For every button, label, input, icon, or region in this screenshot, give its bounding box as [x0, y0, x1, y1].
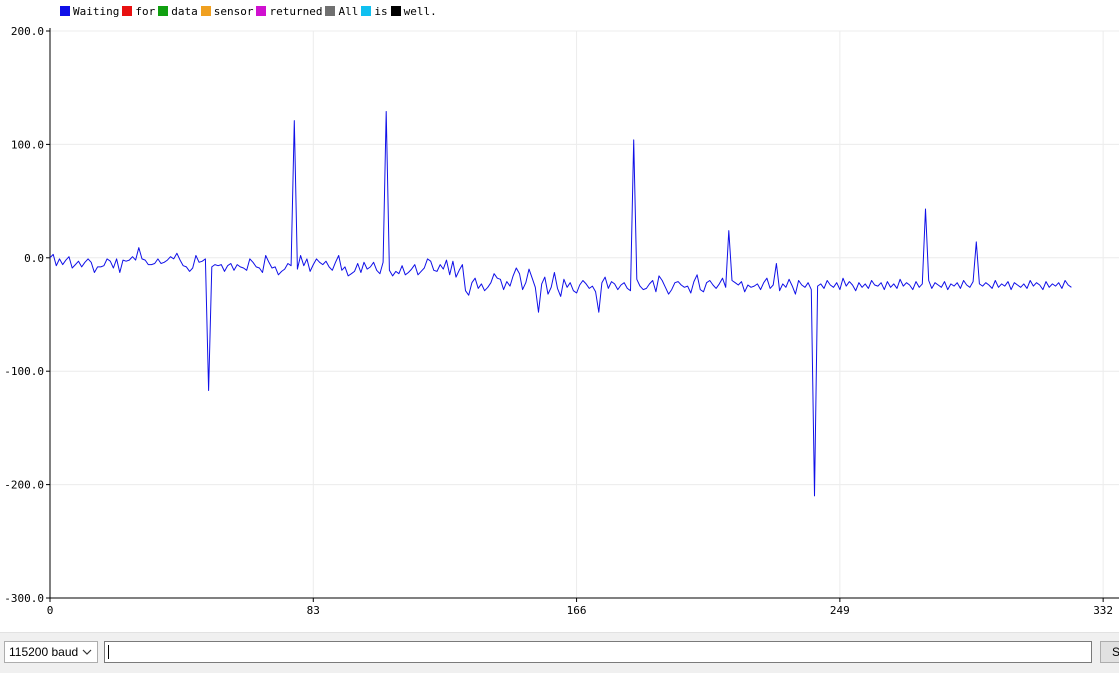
send-button[interactable]: Send [1100, 641, 1119, 663]
chevron-down-icon [82, 649, 92, 655]
y-tick-label: -100.0 [4, 365, 44, 378]
x-tick-label: 0 [47, 604, 54, 617]
y-tick-label: 0.0 [24, 252, 44, 265]
y-tick-label: 100.0 [11, 138, 44, 151]
y-tick-label: -200.0 [4, 479, 44, 492]
serial-plot: 200.0 100.0 0.0 -100.0 -200.0 -300.00 83 166 249… [4, 25, 1119, 617]
text-caret [108, 645, 109, 659]
baud-rate-select[interactable]: 115200 baud [4, 641, 98, 663]
data-series-line [49, 111, 1072, 497]
x-tick-label: 166 [567, 604, 587, 617]
y-tick-label: -300.0 [4, 592, 44, 605]
x-tick-label: 83 [307, 604, 320, 617]
bottom-toolbar: 115200 baud Send [0, 632, 1119, 673]
x-tick-label: 332 [1093, 604, 1113, 617]
message-input[interactable] [104, 641, 1092, 663]
baud-rate-value: 115200 baud [9, 645, 79, 659]
y-tick-label: 200.0 [11, 25, 44, 38]
x-tick-label: 249 [830, 604, 850, 617]
